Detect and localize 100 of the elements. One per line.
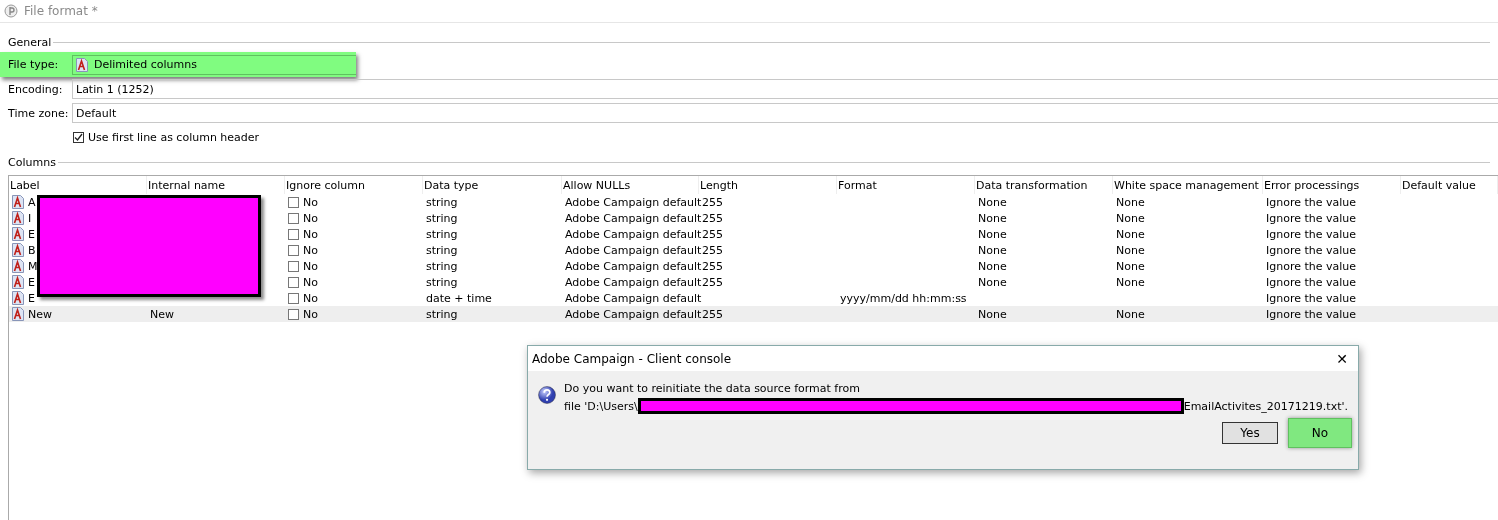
table-cell: No (285, 242, 423, 258)
table-cell-text: Adobe Campaign default (564, 226, 699, 242)
checkbox[interactable] (288, 244, 299, 256)
table-cell-text: string (425, 226, 459, 242)
column-header[interactable]: Ignore column (285, 176, 423, 194)
column-header[interactable]: Data transformation (975, 176, 1113, 194)
table-cell-text: string (425, 242, 459, 258)
close-button[interactable]: ✕ (1330, 350, 1354, 367)
document-icon (12, 211, 24, 225)
table-cell-text: None (1115, 210, 1146, 226)
table-cell-text: Adobe Campaign default (564, 194, 699, 210)
dialog-button[interactable]: No (1288, 418, 1352, 448)
checkbox[interactable] (73, 131, 84, 143)
document-icon (76, 57, 88, 72)
file-path-text: file 'D:\Users\ (564, 399, 638, 413)
field-label: File type: (8, 58, 60, 71)
table-cell-text: Ignore the value (1265, 290, 1358, 306)
window-title: File format * (24, 4, 98, 18)
table-cell: No (285, 290, 423, 306)
document-icon (12, 243, 24, 257)
file-path-text: EmailActivites_20171219.txt'. (1183, 399, 1348, 413)
column-header[interactable]: Error processings (1263, 176, 1401, 194)
checkbox[interactable] (288, 228, 299, 240)
table-cell: No (285, 274, 423, 290)
column-header[interactable]: White space management (1113, 176, 1263, 194)
table-cell-text: string (425, 194, 459, 210)
table-cell-text: 255 (701, 226, 724, 242)
column-header[interactable]: Format (837, 176, 975, 194)
table-cell-text: Ignore the value (1265, 306, 1358, 322)
table-cell: New (9, 306, 147, 322)
table-cell-text: None (977, 210, 1008, 226)
table-cell-text: None (1115, 306, 1146, 322)
table-cell-text: Ignore the value (1265, 274, 1358, 290)
table-cell-text: string (425, 210, 459, 226)
column-header[interactable]: Data type (423, 176, 562, 194)
app-logo-icon (4, 4, 18, 18)
table-cell-text: None (1115, 258, 1146, 274)
document-icon (12, 195, 24, 209)
dialog-title: Adobe Campaign - Client console (532, 351, 732, 366)
table-cell-text: string (425, 258, 459, 274)
table-cell-text: Ignore the value (1265, 226, 1358, 242)
table-cell-text: None (977, 194, 1008, 210)
table-cell-text: None (977, 258, 1008, 274)
document-icon (12, 275, 24, 289)
document-icon (12, 259, 24, 273)
field-label: Encoding: (8, 82, 64, 96)
table-cell-text: None (977, 242, 1008, 258)
table-cell-text: None (977, 274, 1008, 290)
file-type-field[interactable]: Delimited columns (72, 54, 356, 75)
table-cell: No (285, 226, 423, 242)
group-legend: Columns (8, 156, 56, 169)
table-cell-text: Adobe Campaign default (564, 210, 699, 226)
table-cell-text: None (1115, 274, 1146, 290)
table-cell-text: Adobe Campaign default (564, 242, 699, 258)
column-header[interactable]: Internal name (147, 176, 285, 194)
table-cell-text: 255 (701, 306, 724, 322)
checkbox-label: Use first line as column header (88, 130, 260, 144)
table-cell-text: Ignore the value (1265, 194, 1358, 210)
encoding-field[interactable]: Latin 1 (1252) (72, 79, 1498, 99)
field-label: Time zone: (8, 106, 70, 120)
checkbox[interactable] (288, 276, 299, 288)
table-cell-text: 255 (701, 210, 724, 226)
table-cell-text: Adobe Campaign default (564, 258, 699, 274)
group-legend: General (8, 36, 52, 49)
checkbox[interactable] (288, 292, 299, 304)
column-header[interactable]: Label (9, 176, 147, 194)
table-cell-text: yyyy/mm/dd hh:mm:ss (839, 290, 968, 306)
dialog-button[interactable]: Yes (1222, 422, 1278, 444)
checkbox[interactable] (288, 308, 299, 320)
table-cell-text: date + time (425, 290, 493, 306)
table-cell-text: Ignore the value (1265, 258, 1358, 274)
document-icon (12, 307, 24, 321)
time-zone-field[interactable]: Default (72, 103, 1498, 123)
table-cell-text: New (149, 306, 175, 322)
table-cell: No (285, 194, 423, 210)
document-icon (12, 227, 24, 241)
table-cell: No (285, 258, 423, 274)
document-icon (12, 291, 24, 305)
table-cell-text: None (1115, 226, 1146, 242)
table-cell-text: 255 (701, 258, 724, 274)
table-cell-text: Adobe Campaign default (564, 274, 699, 290)
table-cell-text: None (977, 226, 1008, 242)
table-cell-text: Ignore the value (1265, 242, 1358, 258)
table-cell-text: None (977, 306, 1008, 322)
table-cell-text: 255 (701, 194, 724, 210)
checkbox[interactable] (288, 196, 299, 208)
table-cell: No (285, 306, 423, 322)
table-cell-text: string (425, 274, 459, 290)
column-header[interactable]: Default value (1401, 176, 1498, 194)
checkbox[interactable] (288, 212, 299, 224)
table-cell-text: None (1115, 242, 1146, 258)
checkbox[interactable] (288, 260, 299, 272)
table-cell-text: None (1115, 194, 1146, 210)
table-cell-text: 255 (701, 274, 724, 290)
table-cell-text: Ignore the value (1265, 210, 1358, 226)
column-header[interactable]: Length (699, 176, 837, 194)
table-cell-text: Adobe Campaign default (564, 290, 699, 306)
table-cell: No (285, 210, 423, 226)
table-cell-text: Adobe Campaign default (564, 306, 699, 322)
column-header[interactable]: Allow NULLs (562, 176, 699, 194)
